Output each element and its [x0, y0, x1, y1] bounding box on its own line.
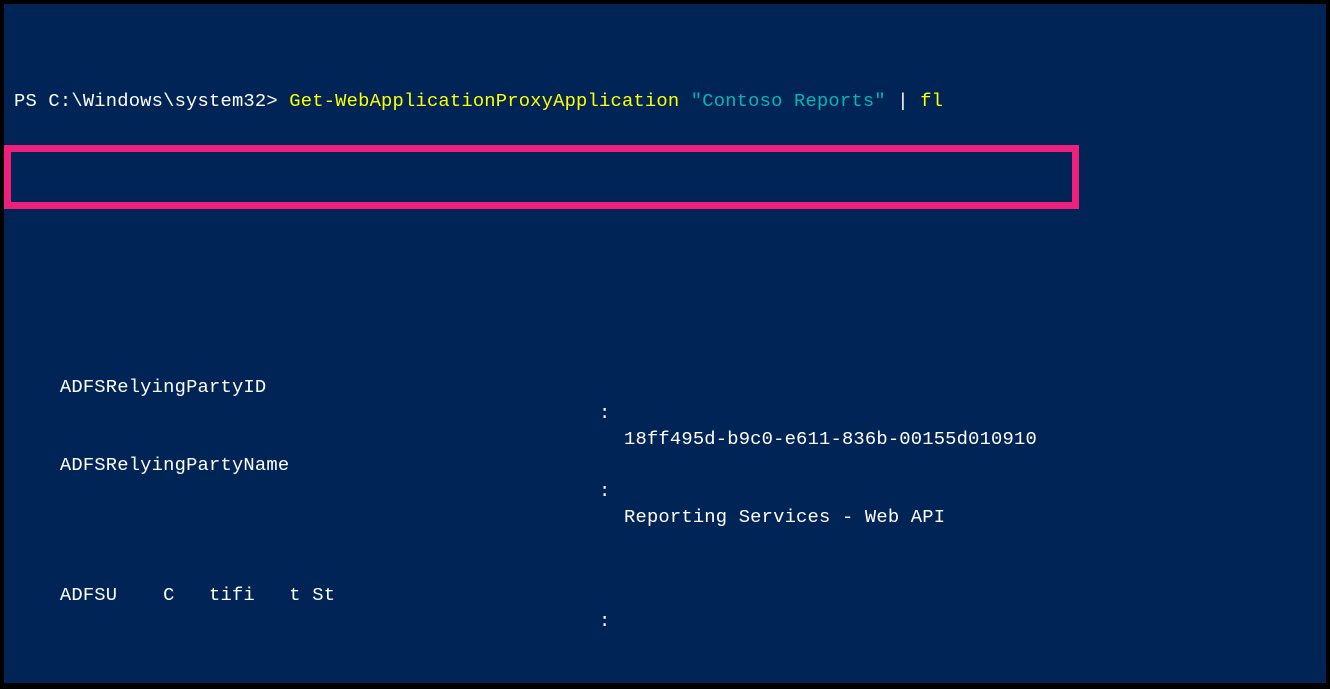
command-line: PS C:\Windows\system32> Get-WebApplicati…	[14, 88, 1326, 114]
property-separator: :	[599, 478, 610, 504]
property-row: ADFSRelyingPartyID : 18ff495d-b9c0-e611-…	[14, 348, 1326, 374]
property-value: Reporting Services - Web API	[624, 504, 945, 530]
property-separator: :	[599, 608, 610, 634]
blank-line	[14, 218, 1326, 244]
cmdlet-name: Get-WebApplicationProxyApplication	[289, 90, 679, 112]
property-separator: :	[599, 400, 610, 426]
highlight-annotation-box	[4, 145, 1079, 209]
cmdlet-arg: "Contoso Reports"	[691, 90, 886, 112]
property-row: ADFSRelyingPartyName : Reporting Service…	[14, 426, 1326, 452]
prompt-path: PS C:\Windows\system32>	[14, 90, 289, 112]
powershell-terminal[interactable]: PS C:\Windows\system32> Get-WebApplicati…	[2, 2, 1328, 685]
pipe-operator: |	[886, 90, 920, 112]
format-list-alias: fl	[920, 90, 943, 112]
obscured-key-fragment: ADFSU C tifi t St	[60, 584, 335, 606]
property-key: ADFSRelyingPartyID	[60, 374, 266, 400]
obscured-property-row: ADFSU C tifi t St :	[14, 556, 1326, 582]
property-key: ADFSRelyingPartyName	[60, 452, 289, 478]
